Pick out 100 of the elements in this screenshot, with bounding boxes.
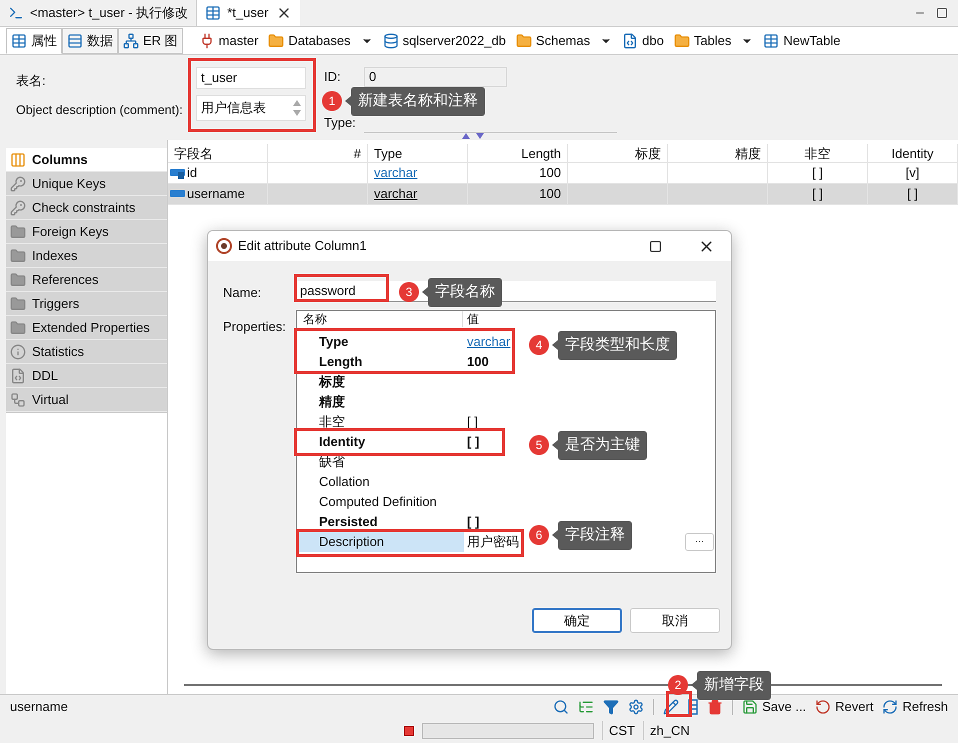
view-tab[interactable]: ER 图 [118,28,183,54]
callout-pointer-icon [422,287,428,298]
edit-icon[interactable] [663,698,680,714]
input-field[interactable]: t_user [196,67,306,89]
maximize-icon[interactable] [936,7,948,19]
property-row[interactable]: Collation [297,472,715,492]
breadcrumb-item[interactable]: Schemas [516,30,590,50]
field-label: Object description (comment): [16,102,184,119]
save-icon [742,698,758,714]
column-header[interactable]: 名称 [297,311,463,327]
column-header[interactable]: 非空 [768,144,868,162]
view-tab[interactable]: 属性 [6,28,62,54]
column-header[interactable]: Length [468,144,568,162]
section-tab[interactable]: Triggers [6,292,167,316]
database-icon [382,32,399,48]
delete-icon[interactable] [707,698,724,714]
callout-pointer-icon [345,96,351,106]
table-row[interactable]: username varchar 100 [ ] [ ] [168,184,958,205]
column-header[interactable]: 精度 [668,144,768,162]
toolbar-button[interactable]: Refresh [882,696,948,716]
table-icon [763,32,780,48]
section-tab[interactable]: DDL [6,364,167,388]
toolbar-button[interactable]: Save ... [742,696,806,716]
breadcrumb-item[interactable]: dbo [622,30,664,50]
dialog-button[interactable]: 确定 [532,608,622,633]
annotation-tooltip: 字段名称 [428,278,502,306]
breadcrumb-item[interactable]: Tables [674,30,732,50]
folder-icon [268,32,284,48]
column-header[interactable]: 值 [463,311,479,327]
field-label: ID: [324,68,342,86]
dialog-button[interactable]: 取消 [630,608,720,633]
callout-pointer-icon [552,340,558,350]
table-cell-text: 100 [539,164,561,182]
folder-icon [10,248,26,264]
section-tab[interactable]: Virtual [6,388,167,412]
tree-icon[interactable] [578,698,594,714]
table-icon [11,32,27,48]
split-arrows-icon[interactable] [462,133,486,139]
property-row[interactable]: 精度 [297,392,715,412]
column-header[interactable]: Type [368,144,468,162]
section-tab[interactable]: Foreign Keys [6,220,167,244]
type-link[interactable]: varchar [374,163,418,183]
timezone-label: CST [602,720,635,740]
table-cell-text: id [187,164,198,182]
section-tab[interactable]: Indexes [6,244,167,268]
table-cell-text: [ ] [812,185,823,204]
section-tab[interactable]: Statistics [6,340,167,364]
column-header[interactable]: # [268,144,368,162]
scrollbar[interactable] [184,684,942,686]
text-column-icon [170,188,186,200]
selected-column-label: username [10,698,68,716]
dialog-title: Edit attribute Column1 [238,237,367,256]
search-icon[interactable] [553,698,570,714]
input-field[interactable]: 用户信息表 [196,95,306,121]
schema-icon [622,32,638,48]
type-link[interactable]: varchar [374,184,418,204]
table-cell-text: [ ] [812,164,823,182]
revert-icon [815,698,832,714]
maximize-icon[interactable] [649,240,662,252]
breadcrumb-item[interactable]: sqlserver2022_db [382,30,506,50]
field-label: Name: [223,284,262,302]
folder-icon [10,272,26,288]
section-tab[interactable]: Columns [6,148,167,172]
breadcrumb-item[interactable]: master [198,30,258,50]
filter-icon[interactable] [603,698,620,714]
breadcrumb-item[interactable]: Databases [268,30,351,50]
property-row[interactable]: Computed Definition [297,492,715,512]
annotation-tooltip: 字段类型和长度 [558,331,677,360]
ellipsis-button[interactable]: ··· [685,533,714,551]
property-row[interactable]: 标度 [297,372,715,392]
table-row[interactable]: id varchar 100 [ ] [v] [168,163,958,184]
terminal-icon [8,5,24,21]
folder-icon [674,32,690,48]
app-logo-icon [216,238,232,254]
add-column-icon[interactable] [688,698,698,714]
section-tab[interactable]: Check constraints [6,196,167,220]
key-column-icon [170,167,186,179]
folder-icon [10,320,26,336]
section-tab[interactable]: References [6,268,167,292]
breadcrumb-item[interactable]: NewTable [763,30,840,50]
annotation-tooltip: 新建表名称和注释 [351,87,485,116]
section-tab[interactable]: Unique Keys [6,172,167,196]
settings-icon[interactable] [628,698,644,714]
callout-pointer-icon [552,440,558,450]
table-cell-text: [ ] [907,185,918,204]
code-icon [10,368,26,384]
refresh-icon [882,698,898,714]
annotation-tooltip: 新增字段 [697,671,771,700]
table-cell-text: username [187,185,245,204]
column-header[interactable]: Identity [868,144,958,162]
column-header[interactable]: 标度 [568,144,668,162]
stop-icon[interactable] [404,726,414,736]
annotation-tooltip: 字段注释 [558,521,632,550]
grid-icon [67,32,83,48]
section-tab[interactable]: Extended Properties [6,316,167,340]
column-header[interactable]: 字段名 [168,144,268,162]
toolbar-button[interactable]: Revert [815,696,874,716]
editor-tab[interactable]: *t_user [197,0,300,26]
view-tab[interactable]: 数据 [62,28,118,54]
diagram-icon [123,32,139,48]
